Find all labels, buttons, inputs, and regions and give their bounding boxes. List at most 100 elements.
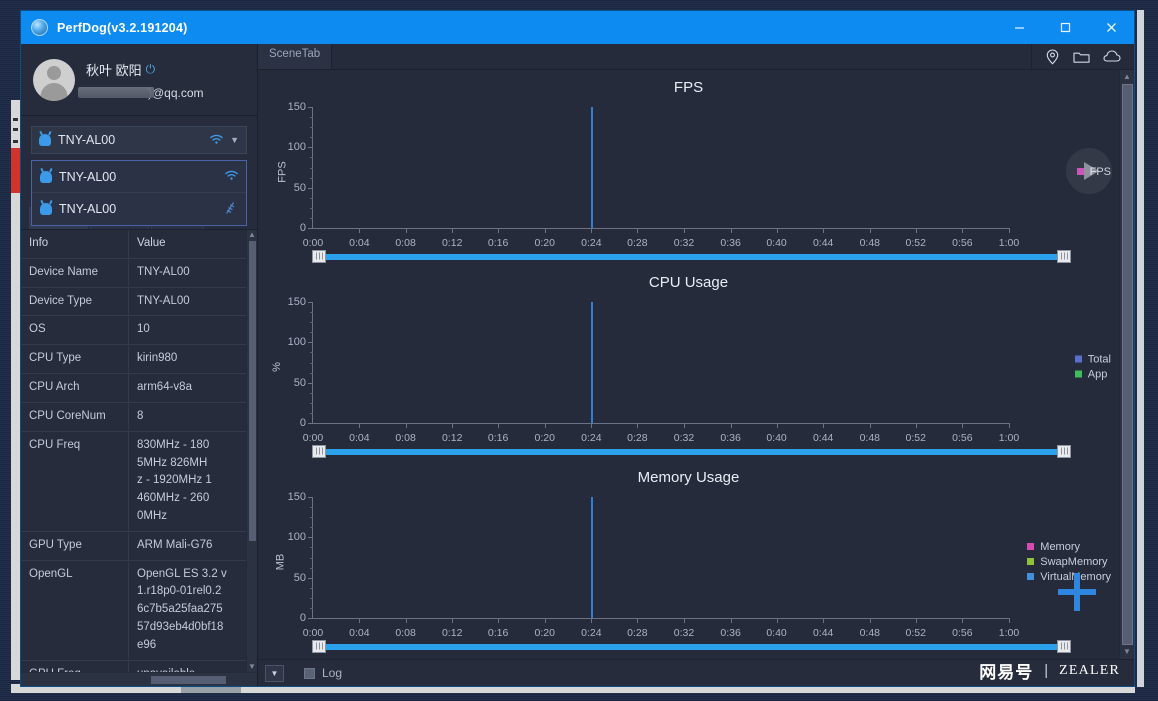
x-tick: 0:16 [487,627,509,639]
plot-area-cpu[interactable]: 150 100 50 0 0:00 0:04 0:08 0:12 0:16 0:… [288,296,1020,444]
range-slider-memory[interactable]: ||| ||| [312,640,1071,653]
legend-swatch [1027,558,1035,565]
row-value: 10 [137,323,150,336]
maximize-icon[interactable] [1042,11,1088,44]
legend-item[interactable]: Total [1074,353,1111,365]
email-redaction [78,86,154,98]
footer-bar: ▼ Log 网易号 | ZEALER [258,659,1134,686]
x-tick: 1:00 [998,627,1020,639]
legend-label: Total [1087,353,1111,365]
x-tick: 0:52 [905,627,926,639]
range-slider-bar[interactable] [326,644,1057,650]
table-header-value: Value [137,237,166,249]
device-dropdown-item-1[interactable]: TNY-AL00 [32,193,246,225]
x-tick: 0:44 [812,237,834,249]
scroll-thumb[interactable] [248,241,256,541]
location-pin-icon[interactable] [1045,48,1060,65]
tab-scenetab[interactable]: SceneTab [258,44,333,69]
folder-icon[interactable] [1073,50,1090,64]
table-row[interactable]: OpenGL OpenGL ES 3.2 v1.r18p0-01rel0.26c7… [21,560,246,661]
row-value: 830MHz - 1805MHz 826MHz - 1920MHz 1460MH… [137,438,212,522]
main-vertical-scrollbar[interactable]: ▲ ▼ [1119,70,1134,659]
range-slider-handle-left[interactable]: ||| [312,445,326,458]
table-row[interactable]: Device Type TNY-AL00 [21,287,246,317]
device-select[interactable]: TNY-AL00 ▼ [31,126,247,154]
range-slider-handle-right[interactable]: ||| [1057,250,1071,263]
x-tick: 0:04 [349,432,370,444]
range-slider-handle-right[interactable]: ||| [1057,445,1071,458]
row-value: ARM Mali-G76 [137,538,213,551]
plot-area-fps[interactable]: 150 100 50 0 0:00 0:04 0:08 0:12 0:16 0:… [288,101,1020,249]
user-name-row: 秋叶 欧阳 ⏻ [86,60,204,79]
table-row[interactable]: CPU Freq 830MHz - 1805MHz 826MHz - 1920MH… [21,431,246,532]
user-name: 秋叶 欧阳 [86,62,142,78]
wifi-icon [210,134,223,147]
chart-title: FPS [673,79,704,96]
table-row[interactable]: Device Name TNY-AL00 [21,258,246,288]
range-slider-bar[interactable] [326,254,1057,260]
sidebar-vertical-scrollbar[interactable]: ▲ ▼ [246,230,257,672]
x-tick: 0:08 [395,627,416,639]
window-title: PerfDog(v3.2.191204) [57,20,188,35]
x-tick: 0:52 [905,237,926,249]
legend-item[interactable]: SwapMemory [1027,556,1111,568]
desktop-left-red-marker [11,148,20,193]
play-button[interactable] [1066,148,1112,194]
legend-swatch [1027,543,1035,550]
expand-panel-button[interactable]: ▼ [265,664,284,682]
android-icon [39,134,51,146]
minimize-icon[interactable] [996,11,1042,44]
chevron-down-icon[interactable]: ▼ [230,135,239,145]
scroll-up-icon[interactable]: ▲ [1123,72,1131,82]
scroll-thumb[interactable] [1121,84,1133,645]
legend-item[interactable]: Memory [1027,541,1111,553]
device-dropdown-item-0[interactable]: TNY-AL00 [32,161,246,193]
plot-area-memory[interactable]: 150 100 50 0 0:00 0:04 0:08 0:12 0:16 0:… [288,491,1020,639]
x-tick: 0:40 [766,237,787,249]
log-checkbox[interactable] [304,667,315,679]
x-tick: 0:00 [302,627,324,639]
x-tick: 0:32 [673,432,695,444]
table-row[interactable]: GPU Frequnavailable [21,660,246,672]
chart-cpu-usage: CPU Usage % 150 100 50 0 0:00 0:04 0:08 … [258,269,1119,464]
scroll-thumb[interactable] [151,676,226,684]
x-tick: 0:16 [487,237,509,249]
row-key: OpenGL [21,560,129,660]
scroll-down-icon[interactable]: ▼ [1123,647,1131,657]
range-slider-bar[interactable] [326,449,1057,455]
scroll-down-icon[interactable]: ▼ [248,662,256,672]
x-tick: 0:44 [812,432,834,444]
user-profile: 秋叶 欧阳 ⏻ )@qq.com [21,44,257,116]
device-dropdown-label: TNY-AL00 [59,202,117,216]
sidebar: 秋叶 欧阳 ⏻ )@qq.com TNY-AL00 ▼ TNY-AL00 TNY… [21,44,258,686]
x-tick: 0:56 [952,237,973,249]
x-tick: 0:36 [720,237,741,249]
range-slider-fps[interactable]: ||| ||| [312,250,1071,263]
x-tick: 0:16 [487,432,509,444]
add-chart-button[interactable] [1058,573,1096,611]
close-icon[interactable] [1088,11,1134,44]
row-key: CPU CoreNum [21,402,129,431]
x-tick: 0:28 [627,432,648,444]
table-row[interactable]: OS 10 [21,316,246,346]
sidebar-horizontal-scrollbar[interactable] [21,672,257,686]
cloud-icon[interactable] [1103,50,1121,63]
legend-item[interactable]: App [1074,368,1111,380]
range-slider-cpu[interactable]: ||| ||| [312,445,1071,458]
range-slider-handle-right[interactable]: ||| [1057,640,1071,653]
x-tick: 0:36 [720,627,741,639]
table-row[interactable]: GPU Type ARM Mali-G76 [21,531,246,561]
row-key: CPU Freq [21,431,129,531]
scroll-up-icon[interactable]: ▲ [248,230,256,240]
table-row[interactable]: CPU CoreNum 8 [21,402,246,432]
legend-swatch [1074,370,1082,378]
log-toggle[interactable]: Log [304,666,342,680]
range-slider-handle-left[interactable]: ||| [312,640,326,653]
table-row[interactable]: CPU Arch arm64-v8a [21,374,246,403]
table-row[interactable]: CPU Type kirin980 [21,345,246,375]
x-tick: 0:40 [766,432,787,444]
power-icon[interactable]: ⏻ [146,62,156,77]
charts-area: FPS FPS 150 100 50 0 0:00 0:04 0:08 0:12… [258,70,1134,659]
range-slider-handle-left[interactable]: ||| [312,250,326,263]
row-value: kirin980 [137,352,178,365]
